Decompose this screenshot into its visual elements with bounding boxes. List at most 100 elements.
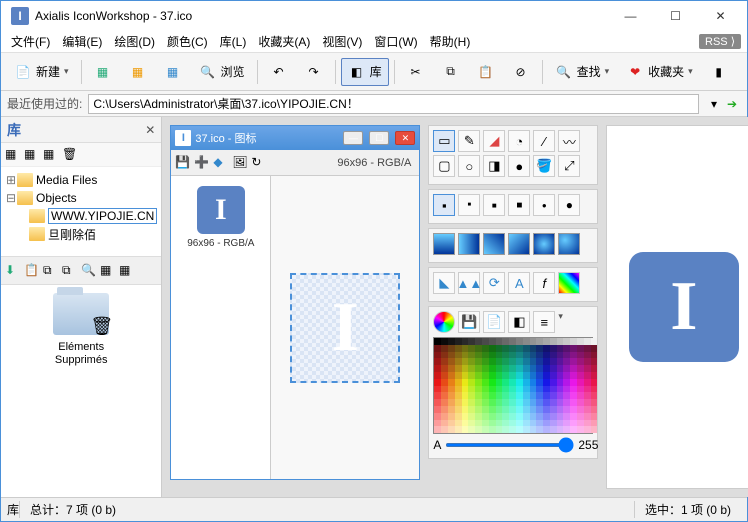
color-tool[interactable] bbox=[558, 272, 580, 294]
document-titlebar[interactable]: I 37.ico - 图标 — ☐ ✕ bbox=[171, 126, 419, 150]
text-tool[interactable]: A bbox=[508, 272, 530, 294]
browse-button[interactable]: 🔍 浏览 bbox=[192, 58, 252, 86]
thumbnail-list[interactable]: I 96x96 - RGB/A bbox=[171, 176, 271, 479]
edit-area[interactable]: I bbox=[271, 176, 419, 479]
fill-tool[interactable]: 🪣 bbox=[533, 155, 555, 177]
redo-button[interactable]: ↷ bbox=[298, 58, 330, 86]
select-tool[interactable]: ▭ bbox=[433, 130, 455, 152]
pal-mode[interactable]: ◧ bbox=[508, 311, 530, 333]
flip-tool[interactable]: ◣ bbox=[433, 272, 455, 294]
grad-5[interactable] bbox=[533, 233, 555, 255]
grad-6[interactable] bbox=[558, 233, 580, 255]
eraser-tool[interactable]: ◢ bbox=[483, 130, 505, 152]
size-5[interactable]: ● bbox=[533, 194, 555, 216]
tree-item-garbage[interactable]: 旦剛除佰 bbox=[5, 225, 157, 243]
curve-tool[interactable]: 〰 bbox=[558, 130, 580, 152]
menu-draw[interactable]: 绘图(D) bbox=[110, 32, 159, 51]
mirror-tool[interactable]: ▲▲ bbox=[458, 272, 480, 294]
doc-maximize[interactable]: ☐ bbox=[369, 131, 389, 145]
color-palette[interactable] bbox=[433, 337, 593, 434]
lib-tb-3[interactable]: ⧉ bbox=[43, 263, 59, 279]
lib-btn-2[interactable]: ▦ bbox=[24, 147, 40, 163]
pal-save[interactable]: 💾 bbox=[458, 311, 480, 333]
maximize-button[interactable]: ☐ bbox=[653, 1, 698, 31]
menu-file[interactable]: 文件(F) bbox=[7, 32, 54, 51]
grid1-button[interactable]: ▦ bbox=[87, 58, 119, 86]
doc-close[interactable]: ✕ bbox=[395, 131, 415, 145]
menu-library[interactable]: 库(L) bbox=[216, 32, 251, 51]
grad-3[interactable] bbox=[483, 233, 505, 255]
lib-tb-6[interactable]: ▦ bbox=[100, 263, 116, 279]
menu-help[interactable]: 帮助(H) bbox=[426, 32, 475, 51]
lib-tb-2[interactable]: 📋 bbox=[24, 263, 40, 279]
brush-tool[interactable]: ◔ bbox=[508, 130, 530, 152]
cut-button[interactable]: ✂ bbox=[400, 58, 432, 86]
pal-new[interactable]: 📄 bbox=[483, 311, 505, 333]
library-tree[interactable]: ⊞ Media Files ⊟ Objects WWW.YIPOJIE.CN 旦… bbox=[1, 167, 161, 257]
doc-tb-add[interactable]: ➕ bbox=[194, 155, 210, 171]
paste-button[interactable]: 📋 bbox=[470, 58, 502, 86]
path-input[interactable] bbox=[88, 94, 699, 114]
edit-canvas[interactable]: I bbox=[290, 273, 400, 383]
menu-window[interactable]: 窗口(W) bbox=[370, 32, 421, 51]
favorites-button[interactable]: ❤ 收藏夹 ▾ bbox=[619, 58, 700, 86]
size-6[interactable]: ● bbox=[558, 194, 580, 216]
grid3-button[interactable]: ▦ bbox=[157, 58, 189, 86]
line-tool[interactable]: ∕ bbox=[533, 130, 555, 152]
size-1[interactable]: ▪ bbox=[433, 194, 455, 216]
collapse-icon[interactable]: ⊟ bbox=[5, 191, 17, 205]
pal-list[interactable]: ≡ bbox=[533, 311, 555, 333]
chevron-down-icon[interactable]: ▾ bbox=[558, 311, 563, 333]
trash-icon[interactable]: 🗑 bbox=[62, 147, 78, 163]
size-4[interactable]: ■ bbox=[508, 194, 530, 216]
lib-btn-3[interactable]: ▦ bbox=[43, 147, 59, 163]
grid2-button[interactable]: ▦ bbox=[122, 58, 154, 86]
rect-tool[interactable]: ▢ bbox=[433, 155, 455, 177]
rect3d-tool[interactable]: ◨ bbox=[483, 155, 505, 177]
lib-tb-5[interactable]: 🔍 bbox=[81, 263, 97, 279]
doc-minimize[interactable]: — bbox=[343, 131, 363, 145]
italic-tool[interactable]: f bbox=[533, 272, 555, 294]
size-3[interactable]: ■ bbox=[483, 194, 505, 216]
picker-tool[interactable]: ⤢ bbox=[558, 155, 580, 177]
pal-picker[interactable] bbox=[433, 311, 455, 333]
doc-tb-3[interactable]: ◆ bbox=[213, 155, 229, 171]
lib-btn-1[interactable]: ▦ bbox=[5, 147, 21, 163]
lib-tb-7[interactable]: ▦ bbox=[119, 263, 135, 279]
expand-icon[interactable]: ⊞ bbox=[5, 173, 17, 187]
thumbnail[interactable]: I bbox=[197, 186, 245, 234]
sphere-tool[interactable]: ● bbox=[508, 155, 530, 177]
grad-4[interactable] bbox=[508, 233, 530, 255]
lib-tb-4[interactable]: ⧉ bbox=[62, 263, 78, 279]
library-view[interactable]: Eléments Supprimés bbox=[1, 285, 161, 497]
tree-item-objects[interactable]: ⊟ Objects bbox=[5, 189, 157, 207]
minimize-button[interactable]: — bbox=[608, 1, 653, 31]
folder-trash-icon[interactable] bbox=[53, 293, 109, 335]
grad-1[interactable] bbox=[433, 233, 455, 255]
search-button[interactable]: 🔍 查找 ▾ bbox=[548, 58, 617, 86]
pencil-tool[interactable]: ✎ bbox=[458, 130, 480, 152]
rotate-tool[interactable]: ⟳ bbox=[483, 272, 505, 294]
doc-tb-5[interactable]: ↻ bbox=[251, 155, 267, 171]
more-button[interactable]: ▮ bbox=[703, 58, 735, 86]
menu-favorites[interactable]: 收藏夹(A) bbox=[254, 32, 314, 51]
dropdown-button[interactable]: ▾ bbox=[705, 95, 723, 113]
copy-button[interactable]: ⧉ bbox=[435, 58, 467, 86]
go-button[interactable]: ➔ bbox=[723, 95, 741, 113]
menu-view[interactable]: 视图(V) bbox=[318, 32, 366, 51]
close-button[interactable]: ✕ bbox=[698, 1, 743, 31]
doc-tb-4[interactable]: 🖼 bbox=[232, 155, 248, 171]
library-button[interactable]: ◧ 库 bbox=[341, 58, 389, 86]
undo-button[interactable]: ↶ bbox=[263, 58, 295, 86]
menu-color[interactable]: 颜色(C) bbox=[163, 32, 212, 51]
size-2[interactable]: ■ bbox=[458, 194, 480, 216]
tree-item-selected[interactable]: WWW.YIPOJIE.CN bbox=[5, 207, 157, 225]
rss-badge[interactable]: RSS ⟩ bbox=[699, 34, 741, 49]
delete-button[interactable]: ⊘ bbox=[505, 58, 537, 86]
close-panel-button[interactable]: ✕ bbox=[145, 123, 155, 137]
doc-tb-save[interactable]: 💾 bbox=[175, 155, 191, 171]
tree-item-media[interactable]: ⊞ Media Files bbox=[5, 171, 157, 189]
grad-2[interactable] bbox=[458, 233, 480, 255]
menu-edit[interactable]: 编辑(E) bbox=[58, 32, 106, 51]
new-button[interactable]: 📄 新建 ▾ bbox=[7, 58, 76, 86]
